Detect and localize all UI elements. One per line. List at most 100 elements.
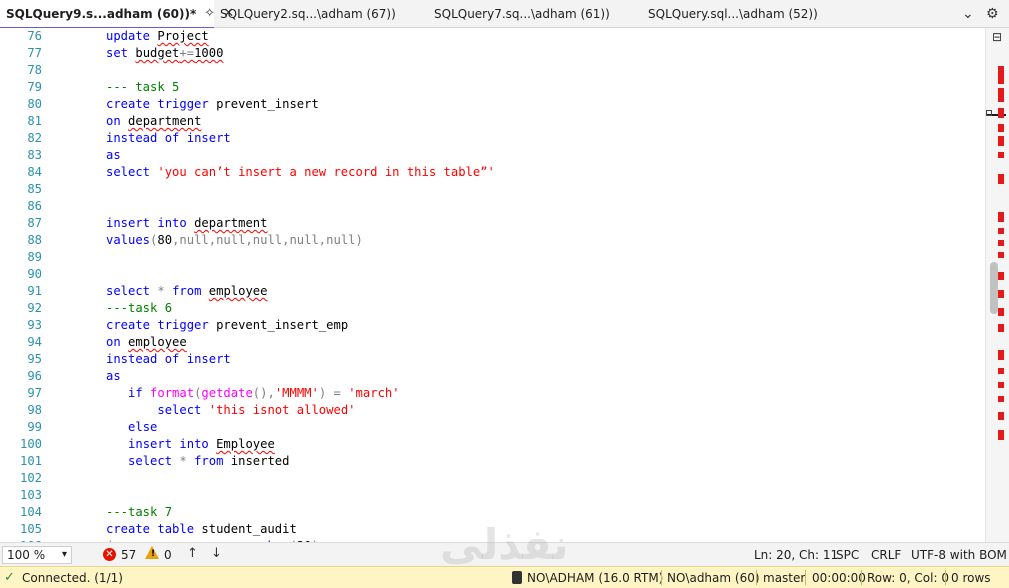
error-count[interactable]: 57 — [121, 548, 136, 562]
code-line[interactable]: 90 — [0, 266, 985, 283]
code-text[interactable]: select * from inserted — [106, 453, 289, 470]
code-token: select — [157, 403, 202, 417]
warning-exclamation: ! — [151, 549, 156, 559]
split-editor-icon[interactable]: ⊟ — [990, 30, 1004, 44]
code-token: (), — [252, 386, 275, 400]
tab-label: SQLQuery.sql...\adham (52)) — [648, 7, 818, 21]
code-text[interactable]: select 'this isnot allowed' — [106, 402, 355, 419]
arrow-up-icon[interactable]: ↑ — [187, 546, 198, 561]
code-text[interactable]: ---task 6 — [106, 300, 172, 317]
code-token: 'you can’t insert a new record in this t… — [157, 165, 495, 179]
database-name: master — [763, 571, 806, 585]
code-text[interactable]: as — [106, 147, 121, 164]
cursor-position[interactable]: Ln: 20, Ch: 11 — [754, 548, 838, 562]
code-text[interactable]: instead of insert — [106, 351, 231, 368]
code-text[interactable]: insert into Employee — [106, 436, 275, 453]
code-line[interactable]: 77 set budget+=1000 — [0, 45, 985, 62]
line-number: 100 — [19, 437, 42, 451]
code-line[interactable]: 80 create trigger prevent_insert — [0, 96, 985, 113]
code-text[interactable]: --- task 5 — [106, 79, 179, 96]
code-line[interactable]: 89 — [0, 249, 985, 266]
code-line[interactable]: 100 insert into Employee — [0, 436, 985, 453]
code-line[interactable]: 104 ---task 7 — [0, 504, 985, 521]
tab-sqlquery9[interactable]: SQLQuery9.s...adham (60))* ✧ ✕ — [0, 0, 234, 29]
gear-icon[interactable]: ⚙ — [986, 6, 999, 22]
error-marker — [998, 174, 1004, 184]
code-line[interactable]: 98 select 'this isnot allowed' — [0, 402, 985, 419]
code-line[interactable]: 88 values(80,null,null,null,null,null) — [0, 232, 985, 249]
code-line[interactable]: 102 — [0, 470, 985, 487]
tab-sqlquery7[interactable]: SQLQuery7.sq...\adham (61)) — [428, 0, 638, 28]
code-line[interactable]: 78 — [0, 62, 985, 79]
code-token: from — [172, 284, 202, 298]
line-number: 89 — [27, 250, 42, 264]
code-token: prevent_insert_emp — [208, 318, 349, 332]
line-number: 81 — [27, 114, 42, 128]
code-text[interactable]: on employee — [106, 334, 187, 351]
indent-mode[interactable]: SPC — [836, 548, 859, 562]
code-text[interactable]: create table student_audit — [106, 521, 297, 538]
code-line[interactable]: 81 on department — [0, 113, 985, 130]
code-line[interactable]: 94 on employee — [0, 334, 985, 351]
code-text[interactable]: select * from employee — [106, 283, 267, 300]
query-editor[interactable]: 76 update Project 77 set budget+=1000 78 79 --… — [0, 28, 985, 542]
error-marker — [998, 396, 1004, 402]
code-line[interactable]: 85 — [0, 181, 985, 198]
code-line[interactable]: 76 update Project — [0, 28, 985, 45]
elapsed-time: 00:00:00 — [812, 571, 866, 585]
code-text[interactable]: create trigger prevent_insert — [106, 96, 319, 113]
code-text[interactable]: instead of insert — [106, 130, 231, 147]
line-number: 103 — [19, 488, 42, 502]
code-text[interactable]: ---task 7 — [106, 504, 172, 521]
code-text[interactable]: create trigger prevent_insert_emp — [106, 317, 348, 334]
error-icon[interactable]: ✕ — [103, 548, 116, 561]
code-line[interactable]: 99 else — [0, 419, 985, 436]
code-text[interactable]: update Project — [106, 28, 209, 45]
tab-sqlquery[interactable]: SQLQuery.sql...\adham (52)) — [642, 0, 852, 28]
arrow-down-icon[interactable]: ↓ — [211, 546, 222, 561]
code-line[interactable]: 95 instead of insert — [0, 351, 985, 368]
code-line[interactable]: 86 — [0, 198, 985, 215]
code-line[interactable]: 97 if format(getdate(),'MMMM') = 'march' — [0, 385, 985, 402]
code-line[interactable]: 92 ---task 6 — [0, 300, 985, 317]
connected-check-icon: ✓ — [4, 570, 15, 585]
code-token: = — [333, 386, 341, 400]
code-token: insert — [186, 131, 231, 145]
code-token: insert — [128, 437, 173, 451]
code-line[interactable]: 96 as — [0, 368, 985, 385]
tab-sqlquery2[interactable]: SQLQuery2.sq...\adham (67)) — [214, 0, 424, 28]
chevron-down-icon[interactable]: ⌄ — [962, 6, 974, 22]
code-line[interactable]: 83 as — [0, 147, 985, 164]
code-line[interactable]: 103 — [0, 487, 985, 504]
code-line[interactable]: 93 create trigger prevent_insert_emp — [0, 317, 985, 334]
code-line[interactable]: 84 select 'you can’t insert a new record … — [0, 164, 985, 181]
line-endings[interactable]: CRLF — [871, 548, 901, 562]
code-line[interactable]: 91 select * from employee — [0, 283, 985, 300]
code-line[interactable]: 87 insert into department — [0, 215, 985, 232]
code-text[interactable]: if format(getdate(),'MMMM') = 'march' — [106, 385, 400, 402]
code-token: table — [157, 522, 195, 536]
separator — [756, 570, 757, 585]
code-text[interactable]: on department — [106, 113, 201, 130]
code-text[interactable]: as — [106, 368, 121, 385]
code-text[interactable]: insert into department — [106, 215, 267, 232]
code-text[interactable]: else — [106, 419, 157, 436]
zoom-select[interactable]: 100 % ▾ — [2, 546, 72, 564]
code-token: update — [106, 29, 151, 43]
code-text[interactable]: set budget+=1000 — [106, 45, 223, 62]
code-text[interactable]: values(80,null,null,null,null,null) — [106, 232, 363, 249]
code-line[interactable]: 101 select * from inserted — [0, 453, 985, 470]
warning-count[interactable]: 0 — [164, 548, 172, 562]
code-line[interactable]: 82 instead of insert — [0, 130, 985, 147]
code-text[interactable]: select 'you can’t insert a new record in… — [106, 164, 495, 181]
scrollbar-thumb[interactable] — [990, 262, 998, 314]
code-line[interactable]: 105 create table student_audit — [0, 521, 985, 538]
code-line[interactable]: 79 --- task 5 — [0, 79, 985, 96]
editor-vertical-scrollbar[interactable]: ⊟ — [985, 28, 1009, 542]
file-encoding[interactable]: UTF-8 with BOM — [911, 548, 1007, 562]
